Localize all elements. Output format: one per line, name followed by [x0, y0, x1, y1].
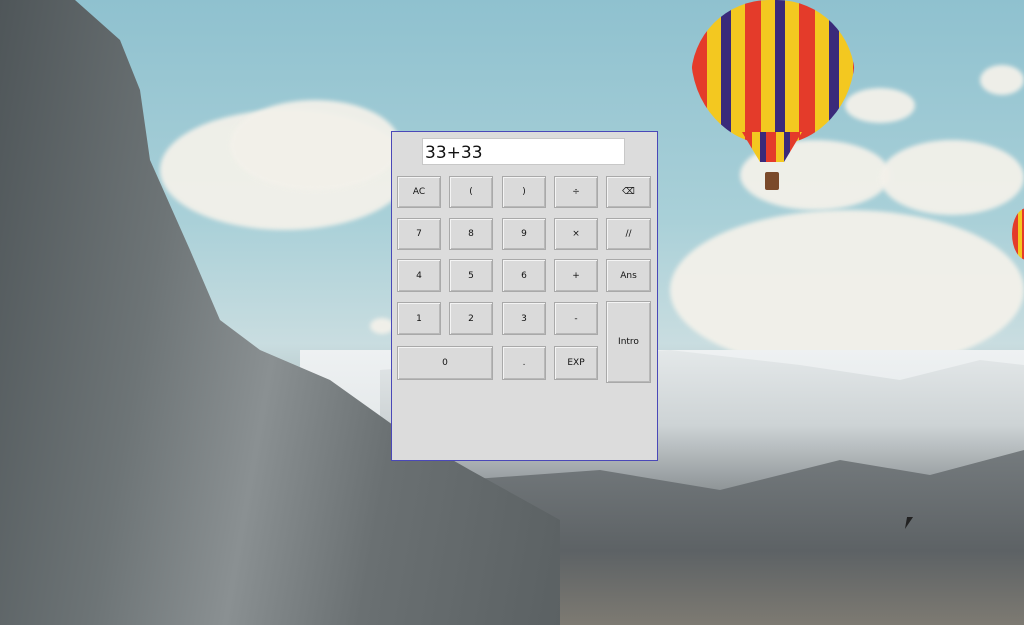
- calculator-display[interactable]: [422, 138, 625, 165]
- intro-button[interactable]: Intro: [606, 301, 651, 383]
- open-paren-button[interactable]: (: [449, 176, 493, 208]
- digit-9-button[interactable]: 9: [502, 218, 546, 250]
- floor-divide-button[interactable]: //: [606, 218, 651, 250]
- digit-6-button[interactable]: 6: [502, 259, 546, 292]
- divide-button[interactable]: ÷: [554, 176, 598, 208]
- digit-2-button[interactable]: 2: [449, 302, 493, 335]
- minus-button[interactable]: -: [554, 302, 598, 335]
- decimal-button[interactable]: .: [502, 346, 546, 380]
- digit-0-button[interactable]: 0: [397, 346, 493, 380]
- ans-button[interactable]: Ans: [606, 259, 651, 292]
- calculator-window: AC ( ) ÷ ⌫ 7 8 9 × // 4 5 6 + Ans 1 2 3 …: [391, 131, 658, 461]
- digit-4-button[interactable]: 4: [397, 259, 441, 292]
- plus-button[interactable]: +: [554, 259, 598, 292]
- hot-air-balloon: [691, 0, 855, 145]
- digit-3-button[interactable]: 3: [502, 302, 546, 335]
- multiply-button[interactable]: ×: [554, 218, 598, 250]
- digit-5-button[interactable]: 5: [449, 259, 493, 292]
- digit-7-button[interactable]: 7: [397, 218, 441, 250]
- digit-8-button[interactable]: 8: [449, 218, 493, 250]
- digit-1-button[interactable]: 1: [397, 302, 441, 335]
- exp-button[interactable]: EXP: [554, 346, 598, 380]
- clear-button[interactable]: AC: [397, 176, 441, 208]
- close-paren-button[interactable]: ): [502, 176, 546, 208]
- hot-air-balloon-small: [1012, 208, 1024, 260]
- backspace-button[interactable]: ⌫: [606, 176, 651, 208]
